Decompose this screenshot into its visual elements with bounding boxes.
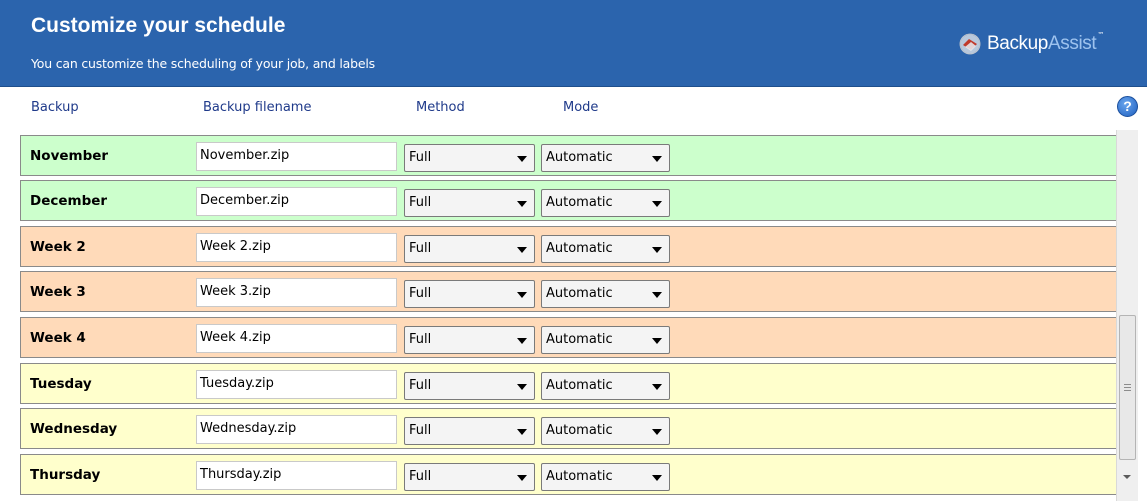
help-icon[interactable]: ? [1117, 96, 1138, 117]
method-value: Full [409, 150, 432, 165]
brand-logo: BackupAssist ™ [958, 31, 1104, 57]
schedule-row: Week 3 Week 3.zip Full Automatic [20, 271, 1116, 312]
method-select[interactable]: Full [404, 280, 535, 308]
mode-select[interactable]: Automatic [541, 463, 670, 491]
method-select[interactable]: Full [404, 417, 535, 445]
row-label: Wednesday [30, 421, 118, 437]
schedule-row: Week 2 Week 2.zip Full Automatic [20, 226, 1116, 267]
schedule-row: November November.zip Full Automatic [20, 135, 1116, 176]
filename-input[interactable]: Thursday.zip [196, 461, 397, 490]
chevron-down-icon [652, 338, 662, 344]
grip-icon [1124, 384, 1131, 391]
row-label: Week 2 [30, 239, 86, 255]
filename-input[interactable]: Week 4.zip [196, 324, 397, 353]
schedule-row: Week 4 Week 4.zip Full Automatic [20, 317, 1116, 358]
mode-value: Automatic [546, 241, 613, 256]
column-headers: Backup Backup filename Method Mode [0, 88, 1147, 128]
method-select[interactable]: Full [404, 463, 535, 491]
mode-value: Automatic [546, 150, 613, 165]
scrollbar-thumb[interactable] [1119, 315, 1136, 460]
chevron-down-icon [652, 429, 662, 435]
mode-value: Automatic [546, 469, 613, 484]
mode-value: Automatic [546, 378, 613, 393]
scroll-down-arrow-icon[interactable] [1123, 475, 1131, 479]
chevron-down-icon [517, 201, 527, 207]
chevron-down-icon [517, 429, 527, 435]
method-select[interactable]: Full [404, 189, 535, 217]
vertical-scrollbar[interactable] [1116, 130, 1138, 501]
row-label: November [30, 148, 109, 164]
brand-name-secondary: Assist [1047, 33, 1097, 54]
chevron-down-icon [517, 247, 527, 253]
chevron-down-icon [652, 156, 662, 162]
schedule-row: Tuesday Tuesday.zip Full Automatic [20, 363, 1116, 404]
mode-value: Automatic [546, 332, 613, 347]
backupassist-logo-icon [959, 33, 981, 55]
chevron-down-icon [517, 384, 527, 390]
method-value: Full [409, 332, 432, 347]
method-value: Full [409, 423, 432, 438]
method-value: Full [409, 469, 432, 484]
mode-select[interactable]: Automatic [541, 235, 670, 263]
row-label: Week 3 [30, 284, 86, 300]
mode-value: Automatic [546, 286, 613, 301]
chevron-down-icon [652, 475, 662, 481]
chevron-down-icon [652, 384, 662, 390]
mode-select[interactable]: Automatic [541, 417, 670, 445]
page-header: Customize your schedule You can customiz… [0, 0, 1147, 87]
schedule-row: Thursday Thursday.zip Full Automatic [20, 454, 1116, 495]
chevron-down-icon [517, 475, 527, 481]
row-label: Week 4 [30, 330, 86, 346]
chevron-down-icon [517, 338, 527, 344]
method-value: Full [409, 241, 432, 256]
column-header-method: Method [416, 100, 465, 115]
row-label: Thursday [30, 467, 101, 483]
page-subtitle: You can customize the scheduling of your… [31, 56, 375, 71]
mode-select[interactable]: Automatic [541, 189, 670, 217]
chevron-down-icon [652, 247, 662, 253]
filename-input[interactable]: November.zip [196, 142, 397, 171]
chevron-down-icon [652, 201, 662, 207]
schedule-row: Wednesday Wednesday.zip Full Automatic [20, 408, 1116, 449]
method-value: Full [409, 195, 432, 210]
brand-name-primary: Backup [987, 33, 1048, 54]
page-title: Customize your schedule [31, 14, 286, 37]
filename-input[interactable]: December.zip [196, 187, 397, 216]
schedule-row: December December.zip Full Automatic [20, 180, 1116, 221]
method-select[interactable]: Full [404, 235, 535, 263]
mode-select[interactable]: Automatic [541, 280, 670, 308]
mode-select[interactable]: Automatic [541, 372, 670, 400]
chevron-down-icon [517, 292, 527, 298]
chevron-down-icon [517, 156, 527, 162]
filename-input[interactable]: Week 2.zip [196, 233, 397, 262]
mode-value: Automatic [546, 195, 613, 210]
filename-input[interactable]: Wednesday.zip [196, 415, 397, 444]
column-header-filename: Backup filename [203, 100, 312, 115]
method-value: Full [409, 286, 432, 301]
method-select[interactable]: Full [404, 144, 535, 172]
brand-trademark: ™ [1097, 31, 1105, 39]
filename-input[interactable]: Week 3.zip [196, 278, 397, 307]
method-value: Full [409, 378, 432, 393]
schedule-list: November November.zip Full Automatic Dec… [0, 130, 1116, 501]
row-label: December [30, 193, 108, 209]
filename-input[interactable]: Tuesday.zip [196, 370, 397, 399]
row-label: Tuesday [30, 376, 92, 392]
column-header-backup: Backup [31, 100, 79, 115]
method-select[interactable]: Full [404, 326, 535, 354]
column-header-mode: Mode [563, 100, 599, 115]
mode-value: Automatic [546, 423, 613, 438]
mode-select[interactable]: Automatic [541, 326, 670, 354]
chevron-down-icon [652, 292, 662, 298]
method-select[interactable]: Full [404, 372, 535, 400]
mode-select[interactable]: Automatic [541, 144, 670, 172]
